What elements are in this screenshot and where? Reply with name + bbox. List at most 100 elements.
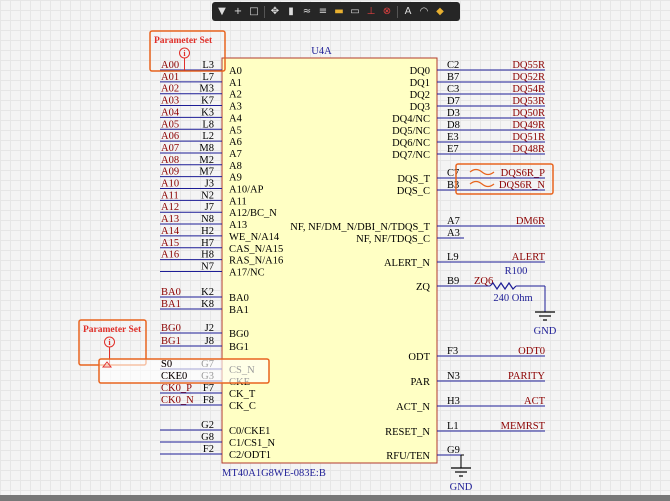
net-label[interactable]: A13 <box>161 214 179 225</box>
pin-number: J3 <box>205 179 214 190</box>
net-label[interactable]: DQ53R <box>512 96 545 107</box>
pin-number: C3 <box>447 84 459 95</box>
net-label[interactable]: BA0 <box>161 287 181 298</box>
pin-number: M2 <box>199 155 214 166</box>
pin-number: M7 <box>199 167 214 178</box>
pin-name: DQ7/NC <box>392 150 430 161</box>
pin-number: D7 <box>447 96 460 107</box>
net-label[interactable]: A02 <box>161 84 179 95</box>
pin-name: DQ4/NC <box>392 114 430 125</box>
net-label[interactable]: DQ50R <box>512 108 545 119</box>
pin-number: F2 <box>203 444 214 455</box>
pin-number: E3 <box>447 132 459 143</box>
pin-number: K3 <box>201 107 214 118</box>
pin-number: J8 <box>205 336 214 347</box>
pin-name: A17/NC <box>229 267 265 278</box>
net-label[interactable]: DQS6R_N <box>499 180 546 191</box>
net-label[interactable]: A09 <box>161 167 179 178</box>
pin-number: N8 <box>201 214 214 225</box>
schematic-canvas[interactable]: U4A MT40A1G8WE-083E:B L3 A0 A00 L7 A1 A01 M3 A2 A0… <box>0 0 670 501</box>
pin-name: CK_C <box>229 401 256 412</box>
pin-name: WE_N/A14 <box>229 232 280 243</box>
net-label[interactable]: PARITY <box>508 371 545 382</box>
net-label[interactable]: A16 <box>161 250 179 261</box>
net-label[interactable]: BG1 <box>161 336 181 347</box>
bottom-scrollbar[interactable] <box>0 495 670 501</box>
net-label[interactable]: A06 <box>161 131 179 142</box>
net-label[interactable]: A00 <box>161 60 179 71</box>
net-label[interactable]: CK0_N <box>161 395 194 406</box>
pin-name: DQ2 <box>410 90 430 101</box>
pin-number: J2 <box>205 323 214 334</box>
pin-name: DQS_C <box>397 186 430 197</box>
net-label[interactable]: A11 <box>161 190 179 201</box>
pin-name: RESET_N <box>385 427 430 438</box>
pin-name: A10/AP <box>229 185 264 196</box>
net-label[interactable]: DQ51R <box>512 132 545 143</box>
pin-number: F8 <box>203 395 214 406</box>
pin-number: L8 <box>202 119 214 130</box>
net-label[interactable]: DQ52R <box>512 72 545 83</box>
pin-number: L9 <box>447 252 459 263</box>
pin-name: C0/CKE1 <box>229 426 270 437</box>
pin-number: K2 <box>201 287 214 298</box>
net-label[interactable]: DM6R <box>516 216 545 227</box>
pin-name: BG0 <box>229 329 249 340</box>
pin-name: A7 <box>229 149 242 160</box>
net-label[interactable]: A12 <box>161 202 179 213</box>
pin-name: BA0 <box>229 293 249 304</box>
net-label[interactable]: A03 <box>161 96 179 107</box>
pin-number: C7 <box>447 168 459 179</box>
parameter-set-label: Parameter Set <box>83 325 142 335</box>
pin-number: G8 <box>201 432 214 443</box>
net-label[interactable]: A14 <box>161 226 180 237</box>
net-label[interactable]: A04 <box>161 107 180 118</box>
pin-name: A8 <box>229 161 242 172</box>
pin-name: A12/BC_N <box>229 208 277 219</box>
pin-name: DQ5/NC <box>392 126 430 137</box>
net-label[interactable]: A08 <box>161 155 179 166</box>
net-label[interactable]: A05 <box>161 119 179 130</box>
net-label[interactable]: S0 <box>161 359 172 370</box>
net-label[interactable]: ACT <box>524 396 546 407</box>
pin-number: N2 <box>201 190 214 201</box>
net-label[interactable]: CKE0 <box>161 371 187 382</box>
net-label[interactable]: A10 <box>161 179 179 190</box>
resistor-symbol[interactable] <box>489 281 517 291</box>
pin-name: DQ0 <box>410 66 430 77</box>
net-label[interactable]: DQ54R <box>512 84 545 95</box>
pin-name: C2/ODT1 <box>229 450 271 461</box>
net-label[interactable]: A15 <box>161 238 179 249</box>
net-label[interactable]: A01 <box>161 72 179 83</box>
net-label[interactable]: DQ48R <box>512 144 545 155</box>
pin-name: A5 <box>229 125 242 136</box>
net-label[interactable]: BG0 <box>161 323 181 334</box>
pin-number: F7 <box>203 383 214 394</box>
pin-number: K8 <box>201 299 214 310</box>
net-label[interactable]: ODT0 <box>518 346 545 357</box>
net-label[interactable]: ALERT <box>512 252 546 263</box>
net-label[interactable]: DQ55R <box>512 60 545 71</box>
pin-number: L1 <box>447 421 459 432</box>
net-label[interactable]: CK0_P <box>161 383 192 394</box>
net-label[interactable]: BA1 <box>161 299 181 310</box>
gnd-label: GND <box>450 482 473 493</box>
diff-pair-icon <box>469 168 495 176</box>
net-label[interactable]: DQ49R <box>512 120 545 131</box>
pin-number: K7 <box>201 96 214 107</box>
pin-name: CK_T <box>229 389 256 400</box>
pin-name: DQ6/NC <box>392 138 430 149</box>
pin-name: CAS_N/A15 <box>229 244 283 255</box>
net-label[interactable]: A07 <box>161 143 179 154</box>
pin-name: RFU/TEN <box>386 451 430 462</box>
net-label[interactable]: DQS6R_P <box>501 168 546 179</box>
pin-name: C1/CS1_N <box>229 438 276 449</box>
pin-name: NF, NF/DM_N/DBI_N/TDQS_T <box>290 222 430 233</box>
pin-number: L3 <box>202 60 214 71</box>
pin-number: H8 <box>201 250 214 261</box>
net-label[interactable]: MEMRST <box>501 421 546 432</box>
resistor-designator: R100 <box>505 266 528 277</box>
pin-name: DQ1 <box>410 78 430 89</box>
pin-number: M8 <box>199 143 214 154</box>
pin-number: D8 <box>447 120 460 131</box>
